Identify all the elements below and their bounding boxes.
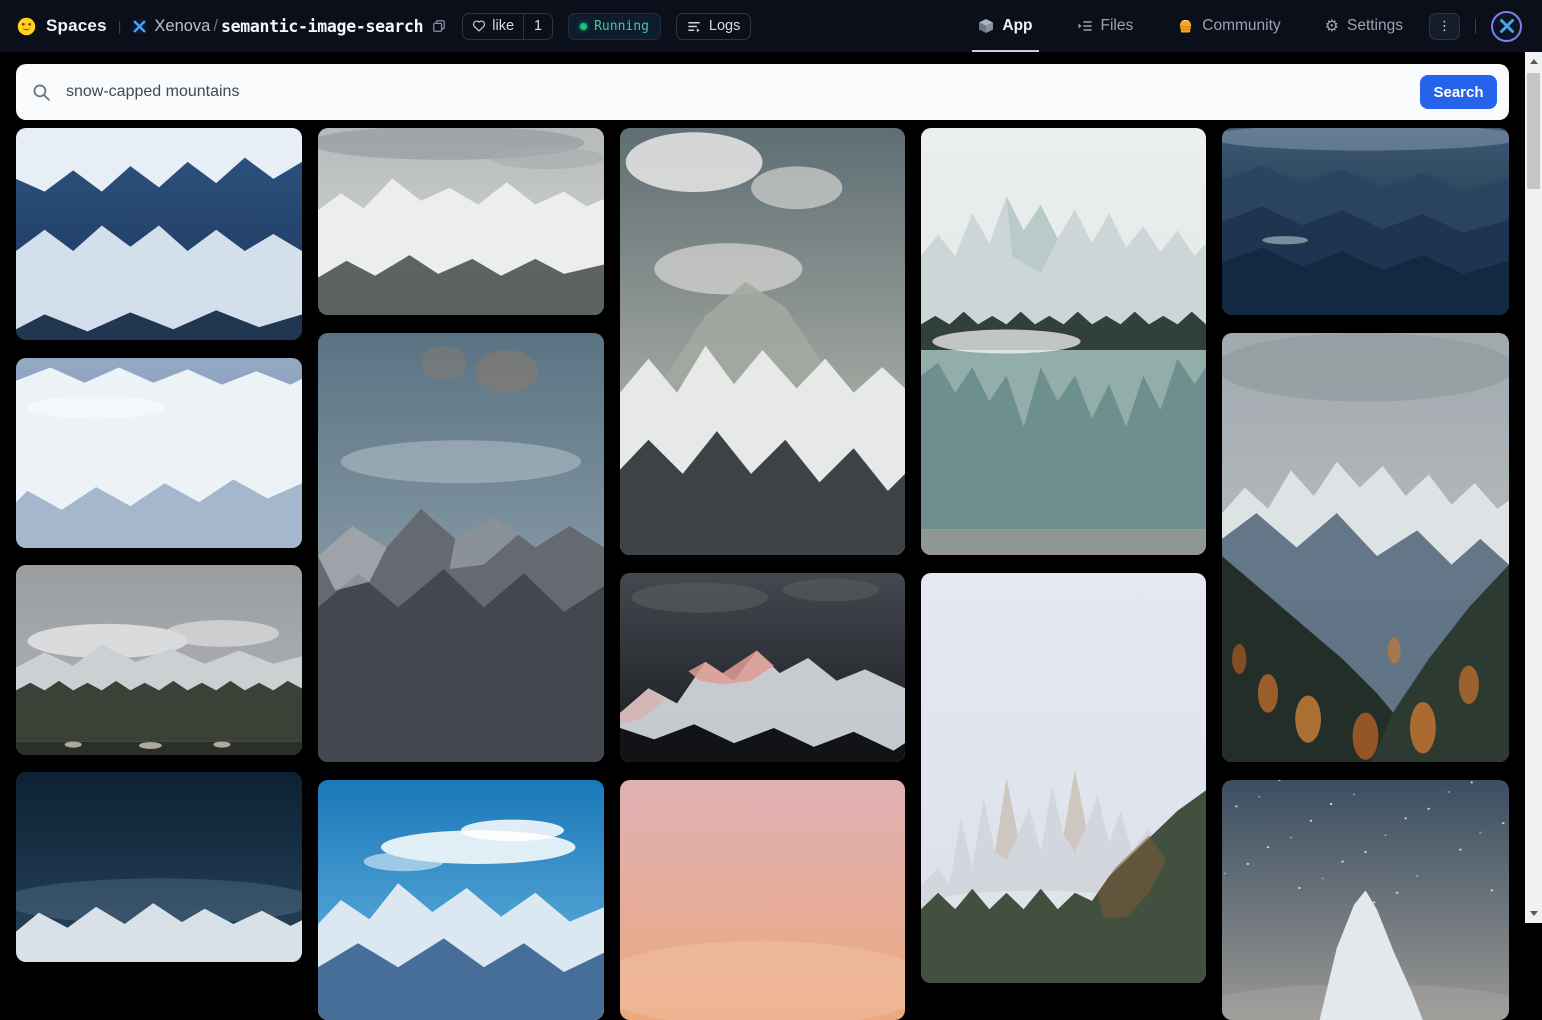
vertical-ellipsis-icon: ⋮ xyxy=(1438,19,1451,34)
status-badge[interactable]: Running xyxy=(568,13,661,40)
result-image-10[interactable] xyxy=(620,780,905,1020)
tab-settings[interactable]: ⚙ Settings xyxy=(1325,0,1403,52)
top-navigation-bar: Spaces | Xenova / semantic-image-search … xyxy=(0,0,1542,52)
result-image-2[interactable] xyxy=(16,358,302,548)
result-image-1[interactable] xyxy=(16,128,302,340)
copy-icon xyxy=(432,19,446,33)
search-button[interactable]: Search xyxy=(1420,75,1497,109)
result-image-8[interactable] xyxy=(620,128,905,555)
owner-avatar-icon[interactable] xyxy=(132,19,147,34)
logs-button[interactable]: Logs xyxy=(676,13,751,40)
result-image-12[interactable] xyxy=(921,573,1206,983)
result-image-5[interactable] xyxy=(318,128,604,315)
tab-files[interactable]: Files xyxy=(1077,0,1134,52)
breadcrumb: Spaces | Xenova / semantic-image-search … xyxy=(16,13,751,40)
result-image-7[interactable] xyxy=(318,780,604,1020)
search-input[interactable] xyxy=(64,82,1420,102)
tab-community-label: Community xyxy=(1202,17,1280,35)
user-avatar-x-icon xyxy=(1499,18,1515,34)
status-label: Running xyxy=(594,19,649,34)
result-image-11[interactable] xyxy=(921,128,1206,555)
repo-link[interactable]: semantic-image-search xyxy=(221,17,423,36)
header-divider xyxy=(1475,19,1476,34)
settings-gear-icon: ⚙ xyxy=(1325,18,1339,34)
result-image-4[interactable] xyxy=(16,772,302,962)
tab-app-label: App xyxy=(1002,17,1032,35)
logs-icon xyxy=(687,19,702,34)
vertical-scrollbar[interactable] xyxy=(1525,52,1542,923)
scrollbar-thumb[interactable] xyxy=(1527,73,1540,189)
community-nest-icon xyxy=(1177,18,1194,35)
logs-label: Logs xyxy=(709,18,740,34)
scroll-up-button[interactable] xyxy=(1525,53,1542,70)
like-count[interactable]: 1 xyxy=(523,14,552,39)
result-image-3[interactable] xyxy=(16,565,302,755)
result-image-14[interactable] xyxy=(1222,333,1509,762)
files-icon xyxy=(1077,18,1093,34)
result-image-13[interactable] xyxy=(1222,128,1509,315)
scroll-up-arrow-icon xyxy=(1530,59,1538,64)
hugging-face-logo-icon[interactable] xyxy=(16,16,37,37)
owner-link[interactable]: Xenova xyxy=(154,17,210,36)
breadcrumb-slash: / xyxy=(213,17,218,36)
copy-repo-name-button[interactable] xyxy=(432,19,446,33)
result-image-15[interactable] xyxy=(1222,780,1509,1020)
user-avatar[interactable] xyxy=(1491,11,1522,42)
result-image-6[interactable] xyxy=(318,333,604,762)
header-tabs: App Files Community ⚙ Settings ⋮ xyxy=(934,0,1522,52)
tab-files-label: Files xyxy=(1101,17,1134,35)
search-icon xyxy=(32,83,51,102)
scroll-down-button[interactable] xyxy=(1525,905,1542,922)
running-dot-icon xyxy=(580,23,587,30)
tab-settings-label: Settings xyxy=(1347,17,1403,35)
result-image-9[interactable] xyxy=(620,573,905,762)
breadcrumb-divider: | xyxy=(118,18,122,34)
spaces-brand[interactable]: Spaces xyxy=(46,16,107,36)
like-label: like xyxy=(492,18,514,34)
search-bar: Search xyxy=(16,64,1509,120)
heart-icon xyxy=(472,19,486,33)
scroll-down-arrow-icon xyxy=(1530,911,1538,916)
like-button[interactable]: like 1 xyxy=(462,13,553,40)
tab-app[interactable]: App xyxy=(978,0,1032,52)
app-cube-icon xyxy=(978,18,994,34)
more-options-button[interactable]: ⋮ xyxy=(1429,13,1460,40)
tab-community[interactable]: Community xyxy=(1177,0,1280,52)
